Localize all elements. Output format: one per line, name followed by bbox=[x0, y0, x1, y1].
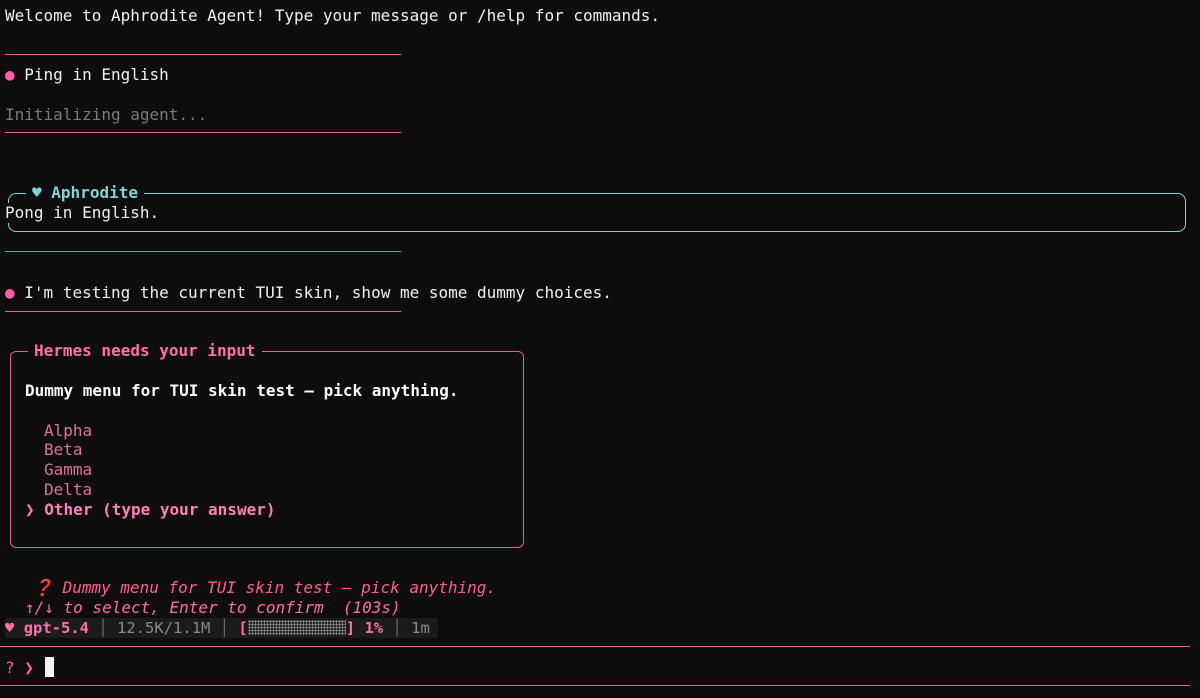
prompt-hint: ↑/↓ to select, Enter to confirm (103s) bbox=[25, 598, 401, 617]
status-bar: ♥ gpt-5.4 │ 12.5K/1.1M │ [] 1% │ 1m bbox=[5, 618, 438, 638]
user-message-text: I'm testing the current TUI skin, show m… bbox=[24, 283, 612, 302]
choice-option-gamma[interactable]: Gamma bbox=[44, 460, 92, 480]
divider bbox=[5, 251, 401, 252]
divider bbox=[0, 646, 1190, 647]
heart-icon: ♥ bbox=[5, 619, 15, 637]
divider bbox=[0, 685, 1190, 686]
assistant-response-box bbox=[8, 193, 1186, 232]
model-name: gpt-5.4 bbox=[23, 619, 90, 637]
context-progress-bar bbox=[247, 620, 346, 635]
divider bbox=[5, 54, 401, 55]
chevron-right-icon: ❯ bbox=[25, 500, 35, 519]
divider bbox=[5, 132, 401, 133]
input-panel-title: Hermes needs your input bbox=[28, 341, 262, 361]
user-message-text: Ping in English bbox=[24, 65, 169, 84]
welcome-message: Welcome to Aphrodite Agent! Type your me… bbox=[5, 6, 661, 25]
initializing-status: Initializing agent... bbox=[5, 105, 208, 124]
prompt-question: ❓ Dummy menu for TUI skin test — pick an… bbox=[33, 578, 497, 597]
choice-option-delta[interactable]: Delta bbox=[44, 480, 92, 500]
input-panel-question: Dummy menu for TUI skin test — pick anyt… bbox=[25, 381, 459, 400]
choice-option-other[interactable]: ❯ Other (type your answer) bbox=[25, 500, 275, 520]
user-message: ● Ping in English bbox=[5, 65, 169, 85]
heart-icon: ♥ bbox=[32, 183, 42, 202]
text-input-cursor[interactable] bbox=[45, 657, 54, 677]
choice-option-alpha[interactable]: Alpha bbox=[44, 421, 92, 441]
user-message: ● I'm testing the current TUI skin, show… bbox=[5, 283, 612, 303]
token-usage: 12.5K/1.1M bbox=[117, 619, 211, 637]
bullet-icon: ● bbox=[5, 65, 15, 84]
assistant-name: ♥ Aphrodite bbox=[26, 183, 144, 203]
divider bbox=[5, 311, 401, 312]
bullet-icon: ● bbox=[5, 283, 15, 302]
elapsed-time: 1m bbox=[411, 619, 430, 637]
choice-option-beta[interactable]: Beta bbox=[44, 440, 83, 460]
question-icon: ❓ bbox=[33, 578, 53, 597]
context-percent: 1% bbox=[364, 619, 384, 637]
assistant-reply: Pong in English. bbox=[5, 203, 164, 223]
input-prompt: ? ❯ bbox=[5, 658, 34, 677]
